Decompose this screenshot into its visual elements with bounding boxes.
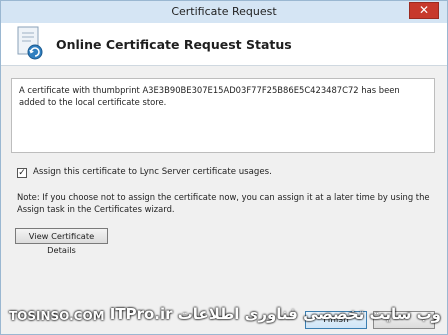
wizard-body: A certificate with thumbprint A3E3B90BE3… <box>1 66 447 306</box>
watermark-right: وب سایت تخصصی فناوری اطلاعات ITPro.ir <box>109 305 441 323</box>
title-bar: Certificate Request ✕ <box>1 1 447 23</box>
certificate-request-dialog: Certificate Request ✕ Online Certificate… <box>0 0 448 335</box>
assign-checkbox-label[interactable]: Assign this certificate to Lync Server c… <box>33 167 272 177</box>
assign-checkbox[interactable]: ✓ <box>17 168 27 178</box>
close-button[interactable]: ✕ <box>409 2 439 19</box>
window-title: Certificate Request <box>171 5 277 18</box>
view-certificate-details-button[interactable]: View Certificate Details <box>15 228 108 255</box>
page-title: Online Certificate Request Status <box>56 37 292 52</box>
status-message: A certificate with thumbprint A3E3B90BE3… <box>11 78 435 153</box>
close-icon: ✕ <box>418 3 430 17</box>
assign-note: Note: If you choose not to assign the ce… <box>17 192 430 214</box>
wizard-header: Online Certificate Request Status <box>1 23 447 66</box>
certificate-icon <box>17 26 43 60</box>
watermark-left: TOSINSO.COM <box>9 309 105 323</box>
